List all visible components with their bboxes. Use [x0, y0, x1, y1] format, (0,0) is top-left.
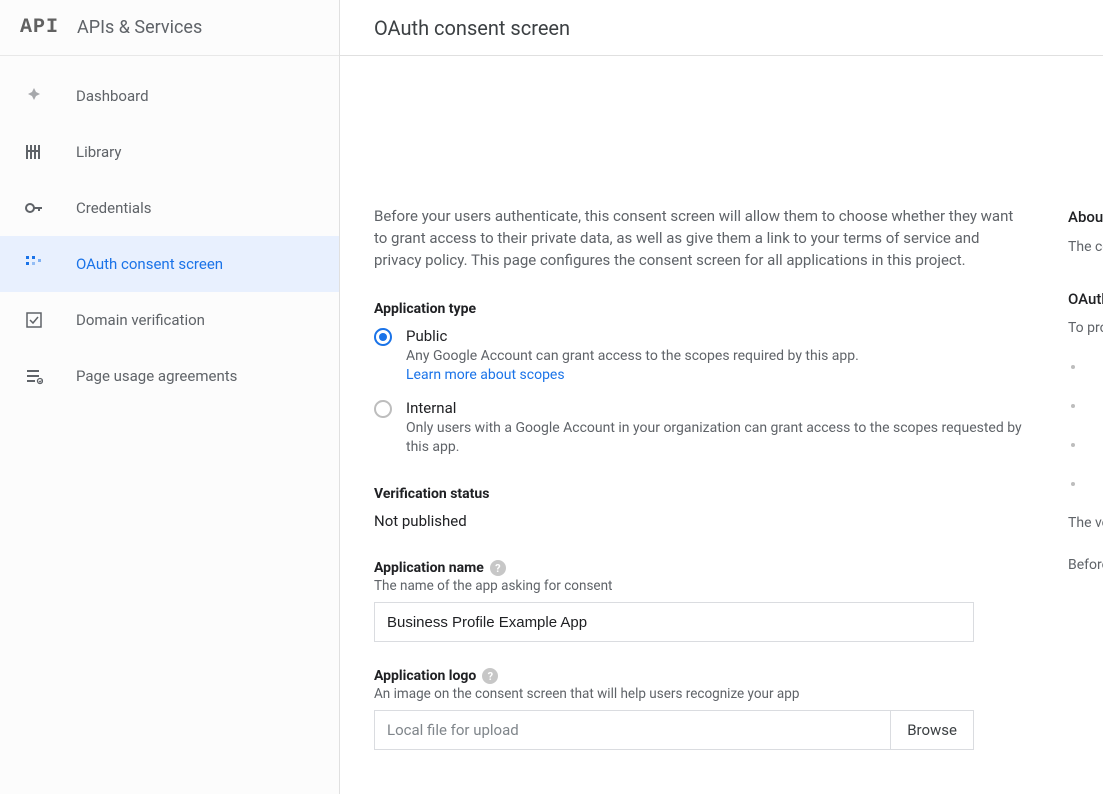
main: OAuth consent screen Before your users a… — [340, 0, 1103, 794]
application-name-input[interactable] — [374, 602, 974, 642]
sidebar-nav: Dashboard Library Credentials OAuth cons… — [0, 56, 339, 404]
application-name-field: Application name ? The name of the app a… — [374, 560, 1024, 642]
info-text: The verification process may take up to … — [1068, 513, 1103, 534]
sidebar-item-label: Dashboard — [76, 87, 317, 105]
page-title: OAuth consent screen — [340, 0, 1103, 56]
sidebar-item-page-usage[interactable]: Page usage agreements — [0, 348, 339, 404]
sidebar-item-library[interactable]: Library — [0, 124, 339, 180]
sidebar-title: APIs & Services — [77, 17, 202, 38]
sidebar-item-label: OAuth consent screen — [76, 255, 317, 273]
radio-option-internal[interactable]: Internal Only users with a Google Accoun… — [374, 399, 1024, 458]
sidebar-item-label: Library — [76, 143, 317, 161]
agreement-icon — [22, 364, 46, 388]
info-heading-oauth: OAuth verification — [1068, 288, 1103, 311]
app-type-label: Application type — [374, 301, 1024, 317]
sidebar-item-label: Page usage agreements — [76, 367, 317, 385]
radio-title: Internal — [406, 399, 1024, 417]
radio-public[interactable] — [374, 328, 392, 346]
help-icon[interactable]: ? — [482, 668, 498, 684]
radio-desc: Any Google Account can grant access to t… — [406, 347, 1024, 367]
radio-internal[interactable] — [374, 400, 392, 418]
browse-button[interactable]: Browse — [891, 710, 974, 750]
sidebar-item-oauth-consent[interactable]: OAuth consent screen — [0, 236, 339, 292]
sidebar: API APIs & Services Dashboard Library — [0, 0, 340, 794]
radio-desc: Only users with a Google Account in your… — [406, 419, 1024, 458]
app-type-radio-group: Public Any Google Account can grant acce… — [374, 327, 1024, 458]
verification-status-label: Verification status — [374, 486, 1024, 502]
sidebar-header: API APIs & Services — [0, 0, 339, 56]
help-icon[interactable]: ? — [490, 560, 506, 576]
sidebar-item-label: Credentials — [76, 199, 317, 217]
info-text: The consent screen tells your users who … — [1068, 237, 1103, 258]
application-logo-label: Application logo — [374, 668, 476, 684]
info-bullet-list — [1068, 357, 1103, 495]
sidebar-item-label: Domain verification — [76, 311, 317, 329]
api-logo: API — [20, 16, 59, 39]
radio-title: Public — [406, 327, 1024, 345]
sidebar-item-dashboard[interactable]: Dashboard — [0, 68, 339, 124]
application-logo-hint: An image on the consent screen that will… — [374, 686, 1024, 702]
intro-text: Before your users authenticate, this con… — [374, 206, 1024, 271]
sidebar-item-domain-verification[interactable]: Domain verification — [0, 292, 339, 348]
radio-option-public[interactable]: Public Any Google Account can grant acce… — [374, 327, 1024, 383]
key-icon — [22, 196, 46, 220]
consent-icon — [22, 252, 46, 276]
check-icon — [22, 308, 46, 332]
application-name-hint: The name of the app asking for consent — [374, 578, 1024, 594]
application-name-label: Application name — [374, 560, 484, 576]
info-text: To protect you and your users, your cons… — [1068, 318, 1103, 339]
library-icon — [22, 140, 46, 164]
sidebar-item-credentials[interactable]: Credentials — [0, 180, 339, 236]
info-panel: About the consent screen The consent scr… — [1058, 56, 1103, 794]
logo-upload-input[interactable]: Local file for upload — [374, 710, 891, 750]
verification-status-value: Not published — [374, 512, 1024, 530]
learn-more-scopes-link[interactable]: Learn more about scopes — [406, 367, 565, 383]
info-heading-about: About the consent screen — [1068, 206, 1103, 229]
dashboard-icon — [22, 84, 46, 108]
info-text: Before your consent screen and applicati… — [1068, 555, 1103, 576]
application-logo-field: Application logo ? An image on the conse… — [374, 668, 1024, 750]
form-area: Before your users authenticate, this con… — [340, 56, 1058, 794]
